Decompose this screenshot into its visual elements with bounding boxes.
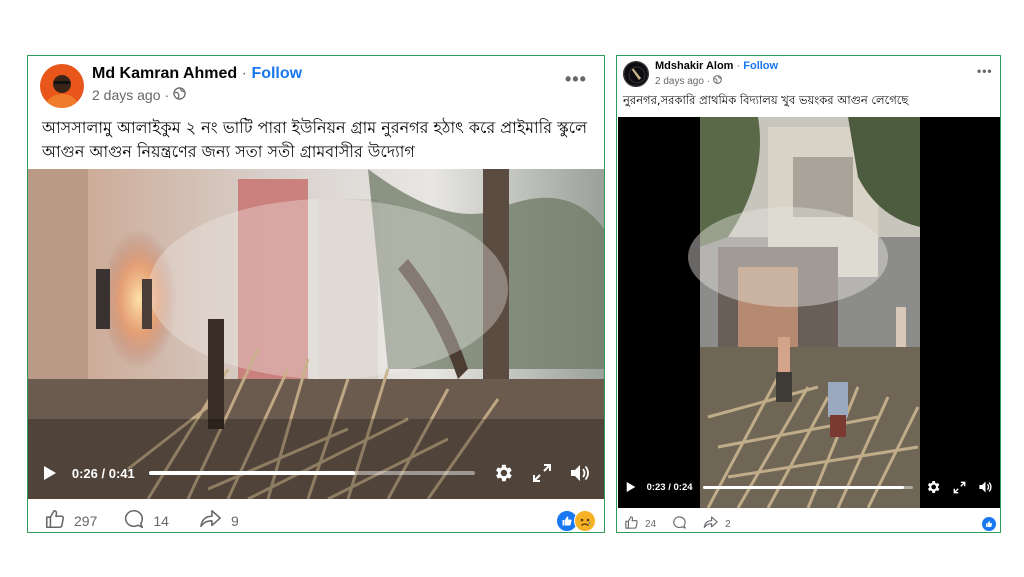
comment-button[interactable]: 14 xyxy=(123,508,169,533)
fullscreen-icon[interactable] xyxy=(952,481,967,494)
like-button[interactable]: 297 xyxy=(44,508,97,533)
video-progress[interactable] xyxy=(702,485,913,489)
separator-dot: · xyxy=(706,75,711,87)
post-time[interactable]: 2 days ago xyxy=(655,76,704,87)
like-button[interactable]: 24 xyxy=(624,515,656,533)
share-icon xyxy=(199,508,223,533)
author-name[interactable]: Md Kamran Ahmed xyxy=(92,65,237,82)
comment-icon xyxy=(123,508,145,533)
share-icon xyxy=(703,515,719,533)
play-icon[interactable] xyxy=(40,465,60,481)
comment-count: 14 xyxy=(153,512,169,529)
post-actions: 297 14 9 xyxy=(44,508,239,533)
like-reaction-icon xyxy=(981,516,997,532)
post-card-1: Md Kamran Ahmed · Follow 2 days ago · ••… xyxy=(27,55,605,533)
post-caption: নুরনগর,সরকারি প্রাথমিক বিদ্যালয় খুব ভয়… xyxy=(623,93,909,107)
avatar[interactable] xyxy=(623,61,649,87)
sad-reaction-icon xyxy=(574,510,596,532)
gear-icon[interactable] xyxy=(491,462,517,484)
author-line: Md Kamran Ahmed · Follow xyxy=(92,65,302,83)
video-controls: 0:23 / 0:24 xyxy=(618,476,1000,498)
share-count: 9 xyxy=(230,512,239,529)
like-icon xyxy=(624,515,639,533)
reactions-summary[interactable] xyxy=(556,510,596,532)
video-progress-fill xyxy=(148,471,356,475)
comment-icon xyxy=(672,515,687,533)
share-button[interactable]: 9 xyxy=(199,508,239,533)
comment-button[interactable] xyxy=(672,515,687,533)
video-time: 0:23 / 0:24 xyxy=(646,481,693,493)
video-player[interactable]: 0:23 / 0:24 xyxy=(618,117,1000,508)
globe-icon xyxy=(713,75,723,87)
like-count: 297 xyxy=(74,512,98,529)
follow-button[interactable]: Follow xyxy=(251,65,302,82)
separator-dot: · xyxy=(164,87,170,103)
post-meta: 2 days ago · xyxy=(92,87,186,103)
more-icon[interactable]: ••• xyxy=(565,69,587,90)
share-button[interactable]: 2 xyxy=(703,515,731,533)
play-icon[interactable] xyxy=(625,481,637,493)
globe-icon xyxy=(173,87,186,103)
like-icon xyxy=(44,508,66,533)
gear-icon[interactable] xyxy=(925,479,942,495)
post-card-2: Mdshakir Alom · Follow 2 days ago · ••• … xyxy=(616,55,1001,533)
post-meta: 2 days ago · xyxy=(655,75,723,87)
video-player[interactable]: 0:26 / 0:41 xyxy=(28,169,604,499)
avatar[interactable] xyxy=(40,64,84,108)
separator-dot: · xyxy=(736,60,741,72)
follow-button[interactable]: Follow xyxy=(743,60,778,72)
video-progress[interactable] xyxy=(148,471,475,475)
video-time: 0:26 / 0:41 xyxy=(71,465,135,481)
fullscreen-icon[interactable] xyxy=(530,463,554,483)
reactions-summary[interactable] xyxy=(981,516,997,532)
author-name[interactable]: Mdshakir Alom xyxy=(655,60,733,72)
video-frame xyxy=(28,169,604,499)
volume-icon[interactable] xyxy=(568,463,592,483)
author-line: Mdshakir Alom · Follow xyxy=(655,60,778,72)
share-count: 2 xyxy=(725,518,731,530)
volume-icon[interactable] xyxy=(978,480,993,494)
like-count: 24 xyxy=(645,518,657,530)
post-time[interactable]: 2 days ago xyxy=(92,87,161,103)
more-icon[interactable]: ••• xyxy=(977,64,993,78)
separator-dot: · xyxy=(241,65,247,82)
video-controls: 0:26 / 0:41 xyxy=(28,459,604,487)
video-frame xyxy=(618,117,1000,508)
post-actions: 24 2 xyxy=(624,515,731,533)
video-progress-fill xyxy=(702,485,904,489)
post-caption: আসসালামু আলাইকুম ২ নং ভাটি পারা ইউনিয়ন … xyxy=(42,118,588,161)
